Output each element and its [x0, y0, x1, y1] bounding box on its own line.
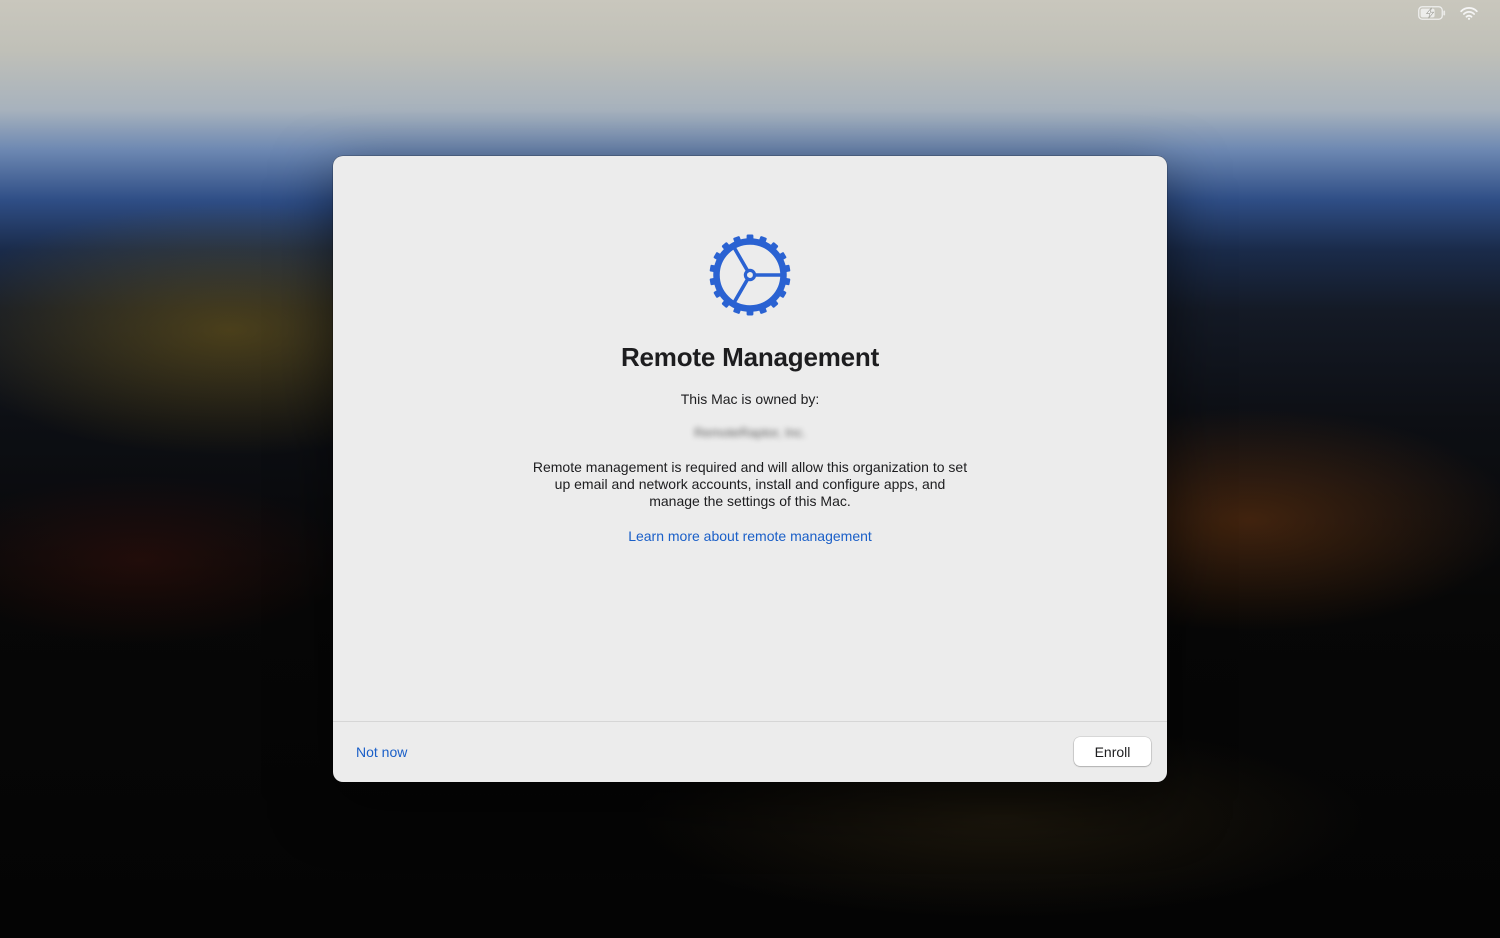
learn-more-link[interactable]: Learn more about remote management — [628, 528, 872, 544]
dialog-description: Remote management is required and will a… — [532, 459, 968, 509]
enroll-button[interactable]: Enroll — [1074, 737, 1151, 766]
desktop-background: Remote Management This Mac is owned by: … — [0, 0, 1500, 938]
owned-by-label: This Mac is owned by: — [680, 391, 820, 407]
organization-name: RemoteRaptor, Inc. — [694, 425, 806, 440]
remote-management-dialog: Remote Management This Mac is owned by: … — [333, 156, 1167, 782]
learn-more-container: Learn more about remote management — [333, 528, 1167, 544]
dialog-title: Remote Management — [620, 342, 880, 372]
dialog-content: Remote Management This Mac is owned by: … — [333, 156, 1167, 721]
not-now-button[interactable]: Not now — [356, 744, 407, 760]
footer-divider — [333, 721, 1167, 722]
wifi-icon[interactable] — [1460, 6, 1478, 20]
gear-icon — [709, 234, 791, 316]
menu-bar-status-icons — [1418, 6, 1478, 20]
battery-charging-icon[interactable] — [1418, 6, 1446, 20]
